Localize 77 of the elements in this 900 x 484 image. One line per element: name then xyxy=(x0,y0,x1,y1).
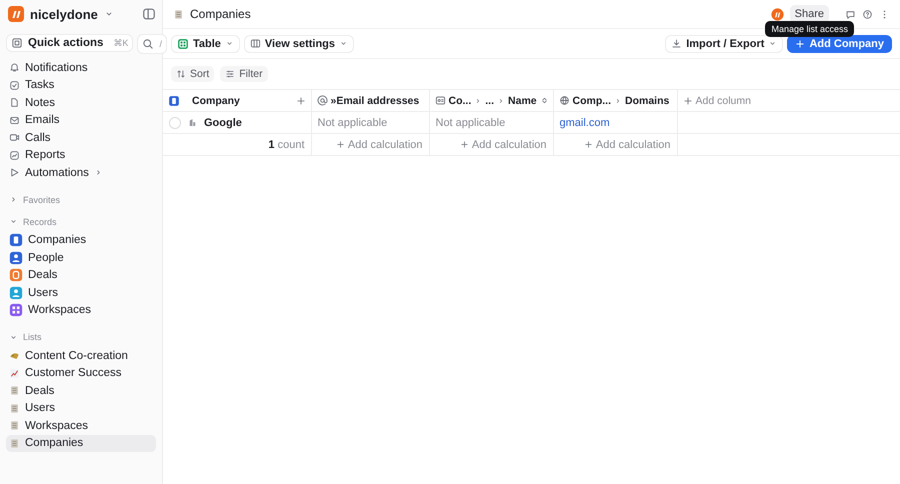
plus-icon xyxy=(460,140,469,149)
column-header[interactable]: Comp... xyxy=(572,94,611,106)
envelope-icon xyxy=(9,114,20,126)
chart-icon xyxy=(9,150,20,161)
sidebar-toggle-icon xyxy=(142,7,156,21)
video-icon xyxy=(9,132,20,144)
tooltip: Manage list access xyxy=(765,21,854,37)
table-cell: Not applicable xyxy=(436,116,506,128)
workspace-logo-icon xyxy=(8,6,24,22)
sidebar-item[interactable]: Content Co-creation xyxy=(6,347,156,364)
sort-button[interactable]: Sort xyxy=(171,66,214,82)
globe-icon xyxy=(558,95,570,106)
sheet-icon xyxy=(9,420,20,432)
nav-item[interactable]: Tasks xyxy=(6,76,156,94)
quick-actions-button[interactable]: Quick actions ⌘K xyxy=(6,34,134,52)
sidebar-item[interactable]: People xyxy=(6,249,156,266)
plus-icon xyxy=(682,96,692,106)
column-header[interactable]: Domains xyxy=(625,94,670,106)
chart-icon xyxy=(9,368,20,379)
view-dropdown[interactable]: Table xyxy=(171,34,240,52)
sidebar-item[interactable]: Workspaces xyxy=(6,417,156,434)
chevron-right-icon xyxy=(614,96,622,104)
at-icon xyxy=(316,95,328,106)
avatar-icon xyxy=(770,8,784,20)
plus-icon xyxy=(336,140,345,149)
sidebar-item[interactable]: Users xyxy=(6,284,156,302)
plus-icon xyxy=(584,140,593,149)
columns-icon xyxy=(250,38,261,49)
nav-item[interactable]: Notes xyxy=(6,94,156,112)
building-icon xyxy=(168,94,180,106)
sidebar-item[interactable]: Users xyxy=(6,400,156,417)
sidebar-item[interactable]: Workspaces xyxy=(6,302,156,319)
play-icon xyxy=(9,167,20,178)
comment-icon xyxy=(845,8,856,20)
nav-item[interactable]: Automations xyxy=(6,164,156,182)
command-icon xyxy=(11,37,23,49)
column-header[interactable]: Company xyxy=(192,94,240,106)
sort-icon xyxy=(540,96,549,105)
table-cell: Not applicable xyxy=(318,116,388,128)
sidebar-item[interactable]: Companies xyxy=(6,232,156,249)
count-summary: 1 count xyxy=(268,138,304,150)
column-header[interactable]: Co... xyxy=(448,94,472,106)
help-icon xyxy=(862,8,873,20)
column-header[interactable]: ... xyxy=(485,94,494,106)
sidebar-item[interactable]: Deals xyxy=(6,266,156,284)
id-card-icon xyxy=(434,95,446,106)
sidebar-item[interactable]: Companies xyxy=(6,434,156,452)
table-cell[interactable]: Google xyxy=(204,116,242,128)
sheet-icon xyxy=(9,438,20,449)
sidebar-item[interactable]: Customer Success xyxy=(6,364,156,382)
filter-icon xyxy=(225,69,236,79)
sheet-icon xyxy=(173,8,184,20)
row-checkbox[interactable] xyxy=(169,116,181,128)
plus-icon xyxy=(795,38,806,48)
checkbox-icon xyxy=(9,80,20,91)
add-company-button[interactable]: Add Company xyxy=(787,34,892,52)
table-icon xyxy=(177,38,189,50)
workspace-name[interactable]: nicelydone xyxy=(30,6,98,22)
building-icon xyxy=(187,117,198,128)
column-header[interactable]: Name xyxy=(508,94,537,106)
sidebar-item[interactable]: Deals xyxy=(6,382,156,400)
nav-item[interactable]: Reports xyxy=(6,146,156,164)
sheet-icon xyxy=(9,385,20,396)
page-title: Companies xyxy=(190,7,251,21)
nav-item[interactable]: Calls xyxy=(6,129,156,146)
sheet-icon xyxy=(9,402,20,414)
nav-item[interactable]: Notifications xyxy=(6,59,156,76)
view-settings-button[interactable]: View settings xyxy=(244,34,354,52)
search-icon xyxy=(142,38,154,50)
plus-icon xyxy=(296,96,306,106)
document-icon xyxy=(9,97,20,108)
import-export-button[interactable]: Import / Export xyxy=(665,34,784,52)
import-icon xyxy=(671,38,682,49)
sort-icon xyxy=(176,69,186,79)
nav-item[interactable]: Emails xyxy=(6,112,156,129)
filter-button[interactable]: Filter xyxy=(220,66,268,82)
bell-icon xyxy=(9,62,20,74)
